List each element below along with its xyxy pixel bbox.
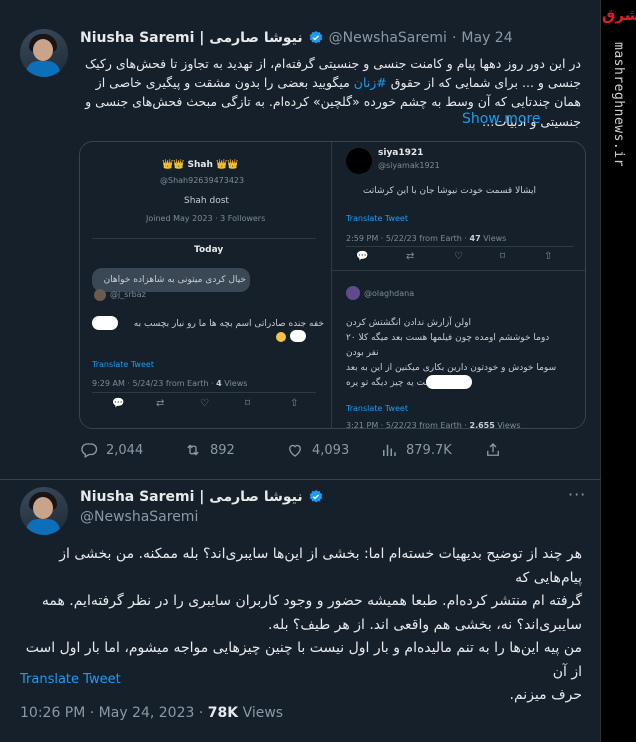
more-options-icon[interactable]: ··· [568,485,586,504]
translate-tweet-link[interactable]: Translate Tweet [20,672,121,687]
tweet1-actions: 2,044 892 4,093 879.7K [76,441,516,463]
time-right-2: 3:21 PM · 5/22/23 from Earth · 2,655 Vie… [346,421,521,429]
attached-screenshots[interactable]: 👑👑 Shah 👑👑 @Shah92639473423 Shah dost Jo… [79,141,586,429]
author-avatar-2[interactable] [20,487,68,535]
translate-right[interactable]: Translate Tweet [346,214,408,223]
share-button[interactable] [484,441,502,459]
tweet2-line-1: هر چند از توضیح بدیهیات خسته‌ام اما: بخش… [59,546,582,586]
mini-share-icon: ⇧ [290,398,299,409]
mini-reply-icon: 💬 [112,398,125,409]
mini-bookmark-icon: ⌑ [245,398,251,409]
views-count: 879.7K [406,442,452,458]
screenshot-left[interactable]: 👑👑 Shah 👑👑 @Shah92639473423 Shah dost Jo… [80,142,328,428]
tweet2-line-3: سایبری‌اند؟ نه، بخشی هم واقعی اند. از هر… [267,616,582,633]
reply-line-3: نفر بودن [346,348,379,358]
mini-like-icon: ♡ [200,398,209,409]
translate-right-2[interactable]: Translate Tweet [346,404,408,413]
tweet2-timestamp[interactable]: 10:26 PM · May 24, 2023 · [20,705,208,721]
hashtag-link[interactable]: #زنان [354,75,387,90]
siya-handle: @siyamak1921 [378,161,440,170]
date-label-today: Today [194,245,224,255]
like-count: 4,093 [312,442,350,458]
like-button[interactable]: 4,093 [286,441,349,459]
heart-icon [289,444,301,457]
reply-line-2: دوما خوششم اومده چون فیلمها هست بعد میگه… [346,333,550,343]
siya-text: ایشالا قسمت خودت نیوشا جان با این کرشاتت [362,186,536,196]
author-handle-2[interactable]: @NewshaSaremi [80,509,198,525]
tweet-date[interactable]: May 24 [461,30,512,46]
watermark-strip: مشرق mashreghnews.ir [601,0,636,742]
separator-dot: · [451,30,457,46]
reply-text-left: خفه جنده صادراتی اسم بچه ها ما رو نیار ب… [133,319,324,329]
screenshot-right[interactable]: siya1921 @siyamak1921 ایشالا قسمت خودت ن… [331,142,585,429]
dm-bubble-text: خیال کردی میتونی به شاهزاده خواهان [103,275,246,285]
author-name[interactable]: Niusha Saremi | نیوشا صارمی [80,30,303,46]
tweet1-header: Niusha Saremi | نیوشا صارمی @NewshaSarem… [80,30,513,46]
tweet2-meta: 10:26 PM · May 24, 2023 · 78K Views [20,705,283,721]
views-icon [383,444,396,456]
retweet-button[interactable]: 892 [184,441,235,459]
mini-retweet-icon: ⇄ [156,398,165,409]
tweet2-name-row: Niusha Saremi | نیوشا صارمی [80,489,329,505]
verified-icon-2 [309,490,322,503]
time-right: 2:59 PM · 5/22/23 from Earth · 47 Views [346,234,507,243]
tweet2-line-2: گرفته ام منتشر کرده‌ام. طبعا همیشه حضور … [41,593,582,609]
reply-handle-right: @olaghdana [364,289,415,298]
shah-bio: Shah dost [184,196,229,206]
tweet-divider [0,479,601,480]
author-avatar[interactable] [20,29,68,77]
siya-name: siya1921 [378,148,424,158]
author-handle[interactable]: @NewshaSaremi [329,30,447,46]
shah-joined: Joined May 2023 · 3 Followers [146,214,266,223]
retweet-count: 892 [210,442,235,458]
retweet-icon [187,444,199,456]
tweet2-views-label: Views [242,705,284,721]
share-icon [487,443,499,456]
reply-line-4: سوما خودش و خودتون دارین بکاری میکنین از… [346,363,557,373]
show-more-link[interactable]: Show more [462,111,541,127]
translate-left[interactable]: Translate Tweet [92,360,154,369]
reply-line-1: اولن آزارش ندادن انگشتش کردن [346,318,471,328]
tweet-thread: Niusha Saremi | نیوشا صارمی @NewshaSarem… [0,0,601,742]
reply-count: 2,044 [106,442,144,458]
reply-handle-left: @j_srbaz [110,290,146,299]
reply-button[interactable]: 2,044 [80,441,143,459]
views-button[interactable]: 879.7K [380,441,452,459]
shah-name: 👑👑 Shah 👑👑 [162,160,239,170]
mashregh-logo: مشرق [602,6,636,24]
watermark-site: mashreghnews.ir [611,42,626,167]
verified-icon [309,31,322,44]
tweet2-line-5: حرف میزنم. [509,687,582,703]
tweet2-views-count: 78K [207,705,239,721]
author-name-2[interactable]: Niusha Saremi | نیوشا صارمی [80,489,303,505]
time-left: 9:29 AM · 5/24/23 from Earth · 4 Views [92,379,248,388]
shah-handle: @Shah92639473423 [160,176,245,185]
reply-icon [81,443,98,458]
